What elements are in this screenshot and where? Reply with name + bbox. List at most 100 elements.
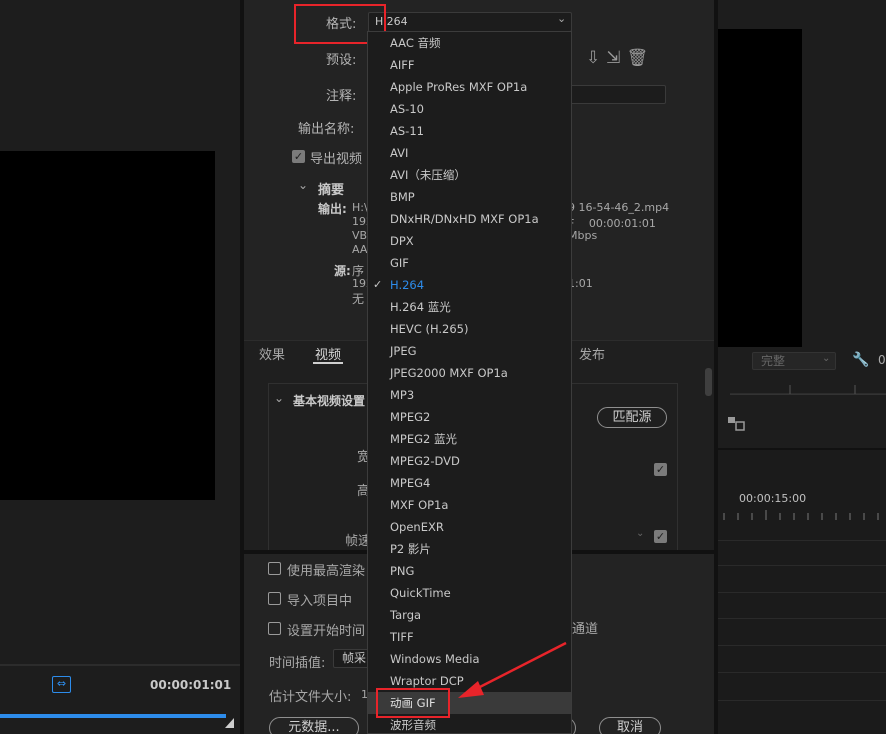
source-timecode: 00:00:01:01 — [150, 678, 232, 692]
format-option[interactable]: MPEG2 — [368, 406, 571, 428]
format-option[interactable]: AVI — [368, 142, 571, 164]
format-option-label: AVI（未压缩） — [390, 168, 466, 182]
set-start-timecode-checkbox[interactable] — [268, 622, 281, 635]
format-option[interactable]: Targa — [368, 604, 571, 626]
format-option-label: OpenEXR — [390, 520, 444, 534]
export-video-checkbox[interactable]: ✓ — [292, 150, 305, 163]
comment-input[interactable] — [570, 85, 666, 104]
format-option[interactable]: Apple ProRes MXF OP1a — [368, 76, 571, 98]
format-option[interactable]: AVI（未压缩） — [368, 164, 571, 186]
import-preset-icon[interactable]: ⇲ — [606, 48, 626, 68]
save-preset-icon[interactable]: ⇩ — [586, 48, 606, 68]
format-option[interactable]: MXF OP1a — [368, 494, 571, 516]
chevron-down-icon: ⌄ — [557, 12, 567, 25]
format-option[interactable]: P2 影片 — [368, 538, 571, 560]
program-time-ruler[interactable] — [730, 383, 886, 395]
multicam-icon[interactable] — [727, 416, 745, 432]
format-dropdown-list: AAC 音频 AIFF Apple ProRes MXF OP1a AS-10 AS-1… — [367, 31, 572, 734]
timeline-panel — [718, 448, 886, 734]
format-option-label: DPX — [390, 234, 414, 248]
max-render-quality-checkbox[interactable] — [268, 562, 281, 575]
comment-label: 注释: — [326, 89, 357, 104]
tab-effects[interactable]: 效果 — [259, 344, 285, 363]
format-option[interactable]: AS-10 — [368, 98, 571, 120]
tab-publish[interactable]: 发布 — [579, 344, 605, 363]
format-option[interactable]: OpenEXR — [368, 516, 571, 538]
output-name-label: 输出名称: — [298, 122, 355, 137]
settings-scrollbar[interactable] — [705, 368, 712, 396]
format-option-label: HEVC (H.265) — [390, 322, 469, 336]
format-option[interactable]: MP3 — [368, 384, 571, 406]
timeline-track-divider — [718, 540, 886, 541]
format-option[interactable]: H.264 蓝光 — [368, 296, 571, 318]
annotation-arrow — [458, 641, 567, 698]
source-scrub-bar[interactable] — [0, 714, 226, 718]
program-timecode: 0 — [878, 353, 886, 367]
format-option[interactable]: MPEG2-DVD — [368, 450, 571, 472]
format-option-label: MP3 — [390, 388, 415, 402]
format-option-label: TIFF — [390, 630, 414, 644]
summary-source-line: 无 — [352, 292, 365, 306]
chevron-down-icon[interactable]: ⌄ — [274, 391, 284, 405]
format-option[interactable]: MPEG4 — [368, 472, 571, 494]
wrench-icon[interactable]: 🔧 — [852, 352, 869, 368]
format-option[interactable]: DNxHR/DNxHD MXF OP1a — [368, 208, 571, 230]
width-override-checkbox[interactable]: ✓ — [654, 463, 667, 476]
summary-output-line: H:\ — [352, 201, 368, 214]
format-option[interactable]: JPEG — [368, 340, 571, 362]
set-start-timecode-label: 设置开始时间 — [287, 624, 366, 639]
format-option-label: Targa — [390, 608, 422, 622]
summary-source-label: 源: — [334, 264, 351, 278]
tab-video[interactable]: 视频 — [315, 344, 341, 363]
preset-label: 预设: — [326, 53, 357, 68]
format-option-label: AAC 音频 — [390, 36, 441, 50]
timeline-time-label: 00:00:15:00 — [739, 492, 807, 505]
format-option[interactable]: HEVC (H.265) — [368, 318, 571, 340]
format-option[interactable]: AIFF — [368, 54, 571, 76]
timeline-track-divider — [718, 618, 886, 619]
summary-output-label: 输出: — [318, 202, 347, 216]
format-option[interactable]: ✓ H.264 — [368, 274, 571, 296]
timeline-ruler[interactable] — [722, 510, 886, 520]
format-option[interactable]: AS-11 — [368, 120, 571, 142]
format-option[interactable]: GIF — [368, 252, 571, 274]
frame-rate-override-checkbox[interactable]: ✓ — [654, 530, 667, 543]
format-option-label: H.264 — [390, 278, 425, 292]
timeline-track-divider — [718, 700, 886, 701]
format-option-label: MPEG4 — [390, 476, 431, 490]
chevron-down-icon: ⌄ — [636, 528, 645, 539]
format-option-label: AS-10 — [390, 102, 424, 116]
source-playhead[interactable] — [225, 718, 234, 728]
import-into-project-checkbox[interactable] — [268, 592, 281, 605]
format-option[interactable]: BMP — [368, 186, 571, 208]
import-into-project-label: 导入项目中 — [287, 594, 353, 609]
format-option-label: QuickTime — [390, 586, 451, 600]
format-option-label: 波形音频 — [390, 718, 436, 732]
format-option-label: MPEG2 蓝光 — [390, 432, 458, 446]
chevron-down-icon[interactable]: ⌄ — [298, 178, 308, 192]
match-source-button[interactable]: 匹配源 — [597, 407, 667, 428]
fit-frame-icon[interactable]: ⇔ — [52, 676, 71, 693]
format-option-label: JPEG2000 MXF OP1a — [390, 366, 508, 380]
format-option-label: DNxHR/DNxHD MXF OP1a — [390, 212, 539, 226]
format-select[interactable]: H.264 — [368, 12, 572, 32]
format-option[interactable]: QuickTime — [368, 582, 571, 604]
delete-preset-icon[interactable]: 🗑 — [627, 48, 655, 68]
program-video-frame — [718, 29, 802, 347]
chevron-down-icon: ⌄ — [822, 353, 831, 364]
format-option-label: H.264 蓝光 — [390, 300, 451, 314]
format-option[interactable]: MPEG2 蓝光 — [368, 428, 571, 450]
format-option-label: AVI — [390, 146, 409, 160]
checkmark-icon: ✓ — [373, 278, 383, 291]
metadata-button[interactable]: 元数据... — [269, 717, 359, 734]
format-option[interactable]: PNG — [368, 560, 571, 582]
timeline-track-divider — [718, 645, 886, 646]
cancel-button[interactable]: 取消 — [599, 717, 661, 734]
format-option[interactable]: AAC 音频 — [368, 32, 571, 54]
animated-gif-highlight-box — [376, 688, 450, 718]
format-option[interactable]: DPX — [368, 230, 571, 252]
format-option-label: AS-11 — [390, 124, 424, 138]
basic-video-settings-title: 基本视频设置 — [293, 394, 366, 408]
format-option[interactable]: JPEG2000 MXF OP1a — [368, 362, 571, 384]
active-tab-indicator — [313, 362, 343, 364]
